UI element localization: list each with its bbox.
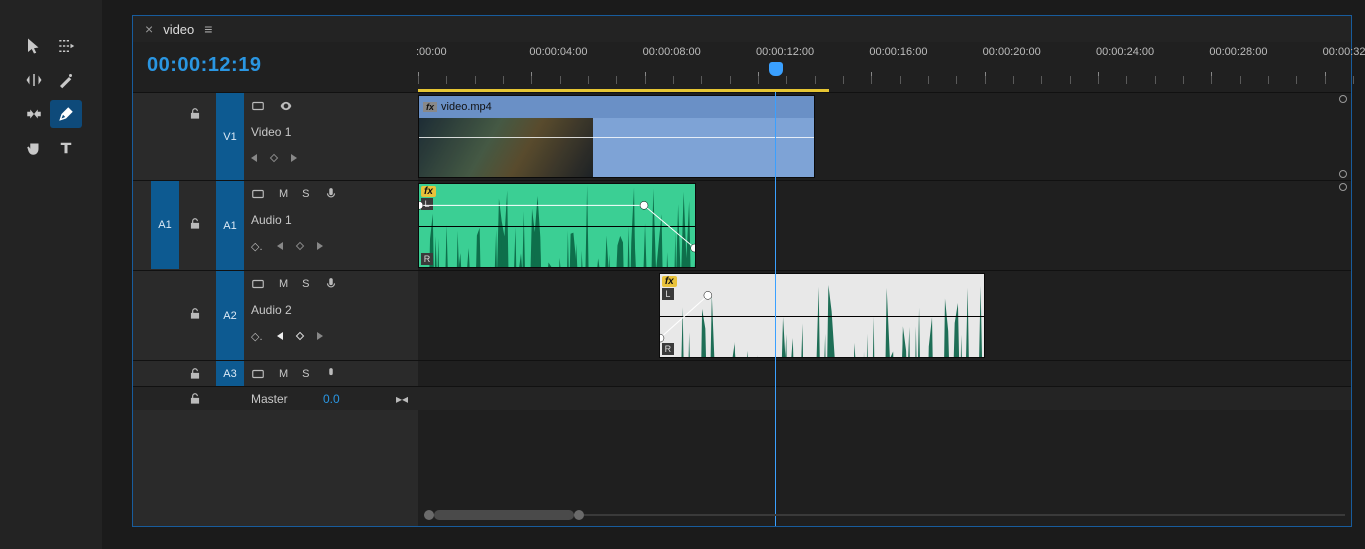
solo-toggle[interactable]: S xyxy=(302,278,309,290)
sequence-tab[interactable]: video xyxy=(163,22,194,37)
audio-clip-a2[interactable]: fx L R xyxy=(659,273,985,358)
video-clip[interactable]: fx video.mp4 xyxy=(418,95,815,178)
voiceover-icon[interactable] xyxy=(324,277,338,291)
next-keyframe-icon[interactable] xyxy=(317,242,323,250)
next-keyframe-icon[interactable] xyxy=(317,332,323,340)
pen-tool[interactable] xyxy=(50,100,82,128)
add-keyframe-icon[interactable] xyxy=(295,242,303,250)
opacity-rubber-band[interactable] xyxy=(419,137,814,138)
slip-tool[interactable] xyxy=(18,100,50,128)
ruler-label: 00:00:28:00 xyxy=(1209,46,1267,58)
lock-icon[interactable] xyxy=(188,107,202,124)
selection-tool[interactable] xyxy=(18,32,50,60)
scrollbar-thumb[interactable] xyxy=(434,510,574,520)
ruler-label: 00:00:12:00 xyxy=(756,46,814,58)
lock-icon[interactable] xyxy=(188,392,202,409)
add-keyframe-icon[interactable] xyxy=(295,332,303,340)
ruler-label: 00:00:08:00 xyxy=(643,46,701,58)
keyframe-mode-icon[interactable]: ◇. xyxy=(251,240,263,253)
eye-icon[interactable] xyxy=(279,99,293,113)
track-header-master: Master 0.0 ▸◂ xyxy=(133,386,418,410)
track-headers: V1 Video 1 A1 A1 xyxy=(133,92,418,526)
master-value[interactable]: 0.0 xyxy=(323,392,340,406)
prev-keyframe-icon[interactable] xyxy=(277,332,283,340)
playhead-timecode[interactable]: 00:00:12:19 xyxy=(147,54,261,77)
track-target-a3[interactable]: A3 xyxy=(216,361,244,386)
track-target-a2[interactable]: A2 xyxy=(216,271,244,360)
track-select-tool[interactable] xyxy=(50,32,82,60)
voiceover-icon[interactable] xyxy=(324,367,338,381)
volume-rubber-band[interactable] xyxy=(660,274,984,358)
track-name-a1[interactable]: Audio 1 xyxy=(251,207,412,233)
ruler-label: 00:00:32 xyxy=(1323,46,1365,58)
solo-toggle[interactable]: S xyxy=(302,188,309,200)
voiceover-icon[interactable] xyxy=(324,187,338,201)
sync-lock-icon[interactable] xyxy=(251,277,265,291)
panel-tabbar: × video ≡ xyxy=(133,16,1351,42)
track-marker[interactable] xyxy=(1339,95,1347,103)
mute-toggle[interactable]: M xyxy=(279,278,288,290)
track-header-a1: A1 A1 M S Audio 1 ◇. xyxy=(133,180,418,270)
prev-keyframe-icon[interactable] xyxy=(251,154,257,162)
track-name-v1[interactable]: Video 1 xyxy=(251,119,412,145)
track-lane-a2[interactable]: fx L R xyxy=(418,270,1351,360)
add-keyframe-icon[interactable] xyxy=(270,154,278,162)
timeline-header: 00:00:12:19 :00:00 00:00:04:00 00:00:08:00… xyxy=(133,42,1351,92)
sync-lock-icon[interactable] xyxy=(251,367,265,381)
keyframe-mode-icon[interactable]: ◇. xyxy=(251,330,263,343)
tool-palette xyxy=(0,0,102,549)
track-marker[interactable] xyxy=(1339,183,1347,191)
lock-icon[interactable] xyxy=(188,217,202,234)
track-marker[interactable] xyxy=(1339,170,1347,178)
close-icon[interactable]: × xyxy=(145,22,153,36)
sync-lock-icon[interactable] xyxy=(251,187,265,201)
track-lane-v1[interactable]: fx video.mp4 xyxy=(418,92,1351,180)
clip-filename: video.mp4 xyxy=(441,101,492,113)
timeline-panel: × video ≡ 00:00:12:19 :00:0000:00:0 xyxy=(132,15,1352,527)
type-tool[interactable] xyxy=(50,134,82,162)
razor-tool[interactable] xyxy=(50,66,82,94)
track-header-a3: A3 M S xyxy=(133,360,418,386)
clip-thumbnail xyxy=(419,118,593,177)
track-lane-a1[interactable]: fx L R xyxy=(418,180,1351,270)
source-patch-a1[interactable]: A1 xyxy=(151,181,179,269)
solo-toggle[interactable]: S xyxy=(302,368,309,380)
zoom-handle-right[interactable] xyxy=(574,510,584,520)
prev-keyframe-icon[interactable] xyxy=(277,242,283,250)
mute-toggle[interactable]: M xyxy=(279,368,288,380)
ripple-edit-tool[interactable] xyxy=(18,66,50,94)
zoom-handle-left[interactable] xyxy=(424,510,434,520)
sync-lock-icon[interactable] xyxy=(251,99,265,113)
ruler-label: 00:00:04:00 xyxy=(529,46,587,58)
panel-menu-icon[interactable]: ≡ xyxy=(204,21,212,37)
hand-tool[interactable] xyxy=(18,134,50,162)
track-target-a1[interactable]: A1 xyxy=(216,181,244,270)
audio-clip-a1[interactable]: fx L R xyxy=(418,183,696,268)
track-lane-master[interactable] xyxy=(418,386,1351,410)
mute-toggle[interactable]: M xyxy=(279,188,288,200)
ruler-label: 00:00:16:00 xyxy=(869,46,927,58)
horizontal-zoom-scrollbar[interactable] xyxy=(418,508,1351,522)
fx-badge: fx xyxy=(423,102,437,112)
track-name-a2[interactable]: Audio 2 xyxy=(251,297,412,323)
track-body[interactable]: fx video.mp4 fx L R xyxy=(418,92,1351,526)
volume-rubber-band[interactable] xyxy=(419,184,695,268)
track-header-v1: V1 Video 1 xyxy=(133,92,418,180)
lock-icon[interactable] xyxy=(188,367,202,384)
track-header-a2: A2 M S Audio 2 ◇. xyxy=(133,270,418,360)
ruler-label: 00:00:24:00 xyxy=(1096,46,1154,58)
time-ruler[interactable]: :00:00 00:00:04:00 00:00:08:00 00:00:12:00 0… xyxy=(418,42,1351,92)
play-around-icon[interactable]: ▸◂ xyxy=(396,392,408,406)
track-lane-a3[interactable] xyxy=(418,360,1351,386)
track-target-v1[interactable]: V1 xyxy=(216,93,244,180)
lock-icon[interactable] xyxy=(188,307,202,324)
next-keyframe-icon[interactable] xyxy=(291,154,297,162)
ruler-label: :00:00 xyxy=(416,46,447,58)
ruler-label: 00:00:20:00 xyxy=(983,46,1041,58)
master-label: Master xyxy=(251,392,288,406)
